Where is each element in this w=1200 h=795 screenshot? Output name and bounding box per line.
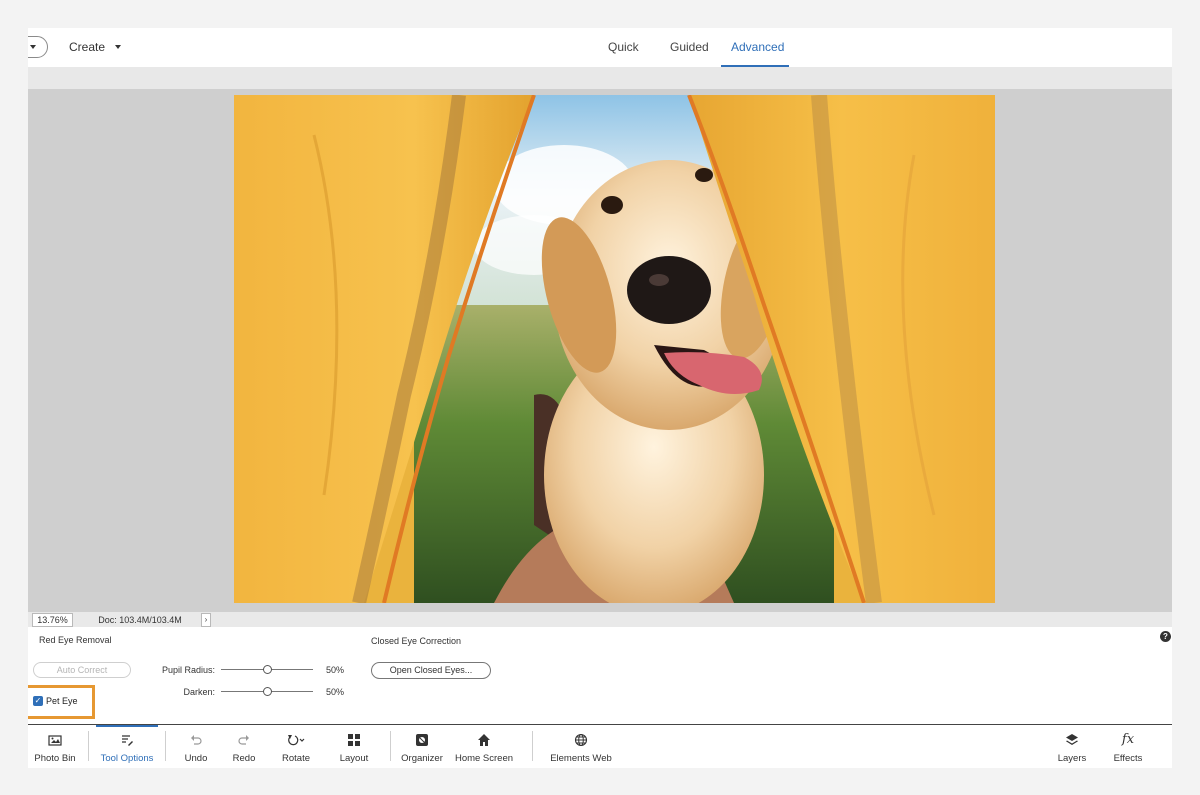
tab-guided[interactable]: Guided (670, 40, 709, 54)
pet-eye-checkbox[interactable]: ✓ (33, 696, 43, 706)
globe-icon (574, 733, 588, 747)
photo-bin-button[interactable]: Photo Bin (28, 725, 82, 768)
effects-button[interactable]: fx Effects (1106, 725, 1150, 768)
layout-button[interactable]: Layout (332, 725, 376, 768)
darken-slider-thumb[interactable] (263, 687, 272, 696)
pupil-radius-label: Pupil Radius: (161, 665, 215, 675)
tool-options-label: Tool Options (100, 753, 154, 764)
redo-button[interactable]: Redo (222, 725, 266, 768)
pet-eye-label[interactable]: Pet Eye (46, 696, 78, 706)
auto-correct-button[interactable]: Auto Correct (33, 662, 131, 678)
open-closed-eyes-button[interactable]: Open Closed Eyes... (371, 662, 491, 679)
photo-bin-icon (48, 735, 62, 746)
layout-label: Layout (339, 753, 369, 764)
fx-icon: fx (1121, 732, 1135, 747)
app-window: Create Quick Guided Advanced 13.76% Doc:… (28, 28, 1172, 768)
chevron-down-icon (30, 45, 36, 49)
layout-icon (348, 734, 360, 746)
darken-label: Darken: (183, 687, 215, 697)
darken-value: 50% (326, 687, 345, 697)
home-icon (478, 734, 490, 746)
pupil-radius-value: 50% (326, 665, 345, 675)
canvas-area[interactable] (28, 89, 1172, 612)
photo-bin-label: Photo Bin (34, 753, 76, 764)
organizer-button[interactable]: Organizer (396, 725, 448, 768)
effects-label: Effects (1113, 753, 1143, 764)
bottom-toolbar: Photo Bin Tool Options Undo Redo Rotate … (28, 724, 1172, 768)
organizer-label: Organizer (401, 753, 443, 764)
tool-options-panel: Red Eye Removal Auto Correct Pupil Radiu… (28, 627, 1172, 724)
toolbar-separator (532, 731, 533, 761)
options-strip (28, 67, 1172, 89)
help-icon[interactable]: ? (1160, 631, 1171, 642)
rotate-button[interactable]: Rotate (274, 725, 318, 768)
create-chevron-down-icon[interactable] (115, 45, 121, 49)
tool-options-icon (122, 735, 133, 746)
tool-options-button[interactable]: Tool Options (95, 725, 159, 768)
tab-quick[interactable]: Quick (608, 40, 639, 54)
rotate-icon (288, 735, 305, 746)
top-bar: Create Quick Guided Advanced (28, 28, 1172, 67)
dog-in-tent-photo[interactable] (234, 95, 995, 603)
photo-image (234, 95, 995, 603)
layers-icon (1066, 734, 1078, 745)
pupil-radius-slider-thumb[interactable] (263, 665, 272, 674)
organizer-icon (416, 734, 428, 746)
red-eye-title: Red Eye Removal (39, 635, 112, 645)
home-screen-button[interactable]: Home Screen (453, 725, 515, 768)
elements-web-label: Elements Web (550, 753, 612, 764)
layers-button[interactable]: Layers (1050, 725, 1094, 768)
redo-icon (238, 735, 249, 745)
redo-label: Redo (232, 753, 256, 764)
zoom-level[interactable]: 13.76% (32, 613, 73, 627)
status-expand-button[interactable]: › (201, 613, 211, 627)
undo-button[interactable]: Undo (174, 725, 218, 768)
toolbar-separator (390, 731, 391, 761)
pet-eye-highlight: ✓ Pet Eye (28, 685, 95, 719)
create-menu[interactable]: Create (69, 40, 105, 54)
undo-icon (191, 735, 202, 745)
rotate-label: Rotate (282, 753, 310, 764)
undo-label: Undo (184, 753, 208, 764)
tab-advanced[interactable]: Advanced (731, 40, 784, 54)
elements-web-button[interactable]: Elements Web (544, 725, 618, 768)
home-screen-label: Home Screen (454, 753, 514, 764)
doc-size: Doc: 103.4M/103.4M (98, 615, 182, 625)
closed-eye-title: Closed Eye Correction (371, 636, 462, 646)
open-dropdown-button[interactable] (28, 36, 48, 58)
toolbar-separator (88, 731, 89, 761)
status-bar: 13.76% Doc: 103.4M/103.4M › (28, 612, 1172, 627)
toolbar-separator (165, 731, 166, 761)
layers-label: Layers (1057, 753, 1087, 764)
